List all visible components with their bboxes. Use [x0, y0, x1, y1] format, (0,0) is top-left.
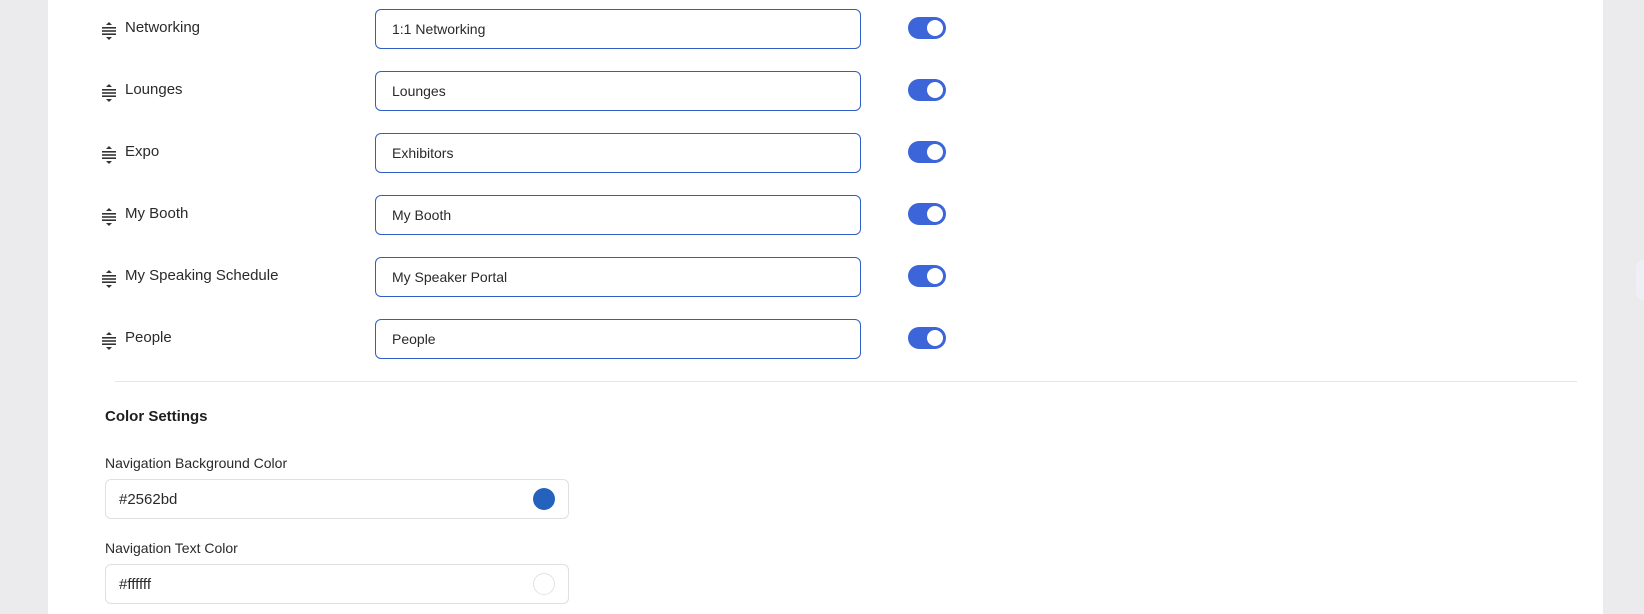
nav-item-visibility-toggle[interactable]	[908, 17, 946, 39]
toggle-knob	[927, 82, 943, 98]
nav-item-display-name-input[interactable]	[375, 71, 861, 111]
nav-background-color-field[interactable]: #2562bd	[105, 479, 569, 519]
nav-item-visibility-toggle[interactable]	[908, 265, 946, 287]
nav-item-visibility-toggle[interactable]	[908, 327, 946, 349]
nav-item-row-expo: Expo	[48, 133, 1603, 177]
nav-background-color-value: #2562bd	[119, 491, 178, 508]
nav-item-display-name-input[interactable]	[375, 257, 861, 297]
nav-item-label: People	[125, 329, 172, 346]
color-swatch[interactable]	[533, 488, 555, 510]
nav-item-label: My Booth	[125, 205, 189, 222]
nav-item-display-name-input[interactable]	[375, 133, 861, 173]
settings-panel: Networking Lounges Expo	[48, 0, 1603, 614]
color-swatch[interactable]	[533, 573, 555, 595]
nav-text-color-field[interactable]: #ffffff	[105, 564, 569, 604]
drag-handle-icon[interactable]	[101, 270, 117, 288]
drag-handle-icon[interactable]	[101, 332, 117, 350]
nav-text-color-value: #ffffff	[119, 576, 151, 593]
nav-item-row-my-booth: My Booth	[48, 195, 1603, 239]
toggle-knob	[927, 330, 943, 346]
nav-item-display-name-input[interactable]	[375, 195, 861, 235]
toggle-knob	[927, 268, 943, 284]
nav-item-row-networking: Networking	[48, 9, 1603, 53]
nav-item-label: Expo	[125, 143, 160, 160]
toggle-knob	[927, 144, 943, 160]
nav-item-visibility-toggle[interactable]	[908, 79, 946, 101]
nav-item-label: Networking	[125, 19, 201, 36]
drag-handle-icon[interactable]	[101, 146, 117, 164]
nav-text-color-label: Navigation Text Color	[105, 540, 238, 556]
nav-item-row-my-speaking-schedule: My Speaking Schedule	[48, 257, 1603, 301]
nav-item-visibility-toggle[interactable]	[908, 203, 946, 225]
drag-handle-icon[interactable]	[101, 22, 117, 40]
nav-item-label: My Speaking Schedule	[125, 267, 279, 284]
toggle-knob	[927, 20, 943, 36]
side-panel-edge	[1636, 260, 1644, 300]
nav-item-row-lounges: Lounges	[48, 71, 1603, 115]
nav-item-row-people: People	[48, 319, 1603, 363]
nav-item-display-name-input[interactable]	[375, 9, 861, 49]
nav-item-visibility-toggle[interactable]	[908, 141, 946, 163]
nav-item-label: Lounges	[125, 81, 183, 98]
section-title-color-settings: Color Settings	[105, 408, 208, 425]
nav-item-display-name-input[interactable]	[375, 319, 861, 359]
drag-handle-icon[interactable]	[101, 84, 117, 102]
section-divider	[115, 381, 1577, 382]
toggle-knob	[927, 206, 943, 222]
drag-handle-icon[interactable]	[101, 208, 117, 226]
nav-background-color-label: Navigation Background Color	[105, 455, 288, 471]
